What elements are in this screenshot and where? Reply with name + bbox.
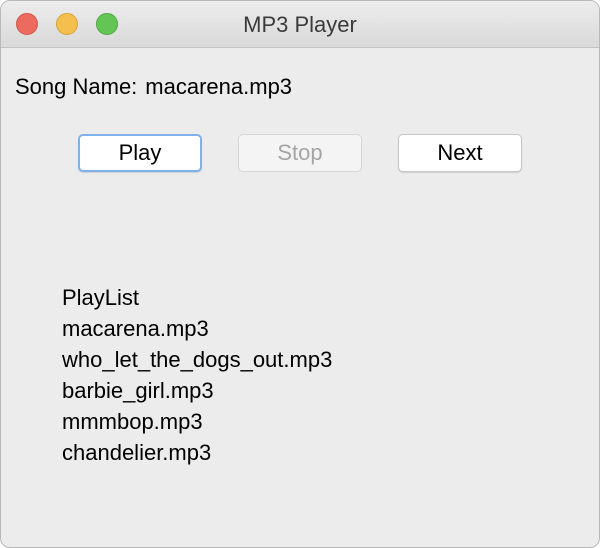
title-bar[interactable]: MP3 Player: [1, 1, 599, 48]
stop-button[interactable]: Stop: [238, 134, 362, 172]
playlist-item[interactable]: chandelier.mp3: [62, 437, 332, 468]
playlist-heading: PlayList: [62, 285, 140, 310]
playlist-item[interactable]: barbie_girl.mp3: [62, 375, 332, 406]
current-song: Song Name: macarena.mp3: [15, 74, 292, 100]
next-button[interactable]: Next: [398, 134, 522, 172]
window-title: MP3 Player: [243, 12, 357, 37]
playlist-item[interactable]: macarena.mp3: [62, 313, 332, 344]
playlist: macarena.mp3 who_let_the_dogs_out.mp3 ba…: [62, 313, 332, 468]
app-window: MP3 Player Song Name: macarena.mp3 Play S…: [0, 0, 600, 548]
play-button[interactable]: Play: [78, 134, 202, 172]
playlist-item[interactable]: mmmbop.mp3: [62, 406, 332, 437]
song-name-label: Song Name:: [15, 74, 138, 99]
song-name-value: macarena.mp3: [145, 74, 293, 99]
playlist-item[interactable]: who_let_the_dogs_out.mp3: [62, 344, 332, 375]
